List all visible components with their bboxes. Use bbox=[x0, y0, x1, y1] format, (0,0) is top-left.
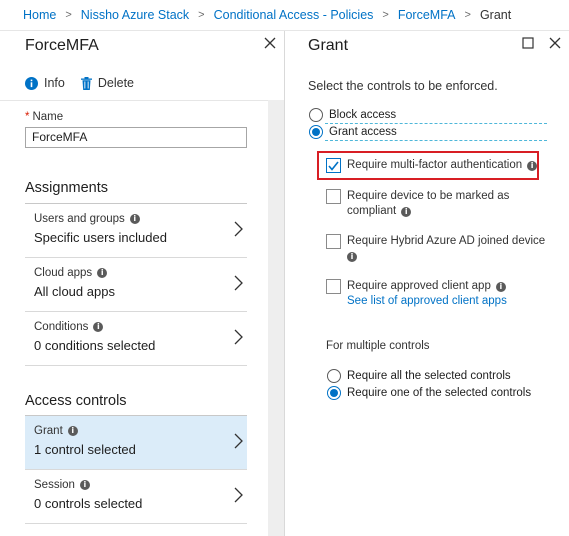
command-bar-divider bbox=[0, 100, 268, 101]
focus-indicator bbox=[325, 123, 547, 124]
grant-value: 1 control selected bbox=[34, 442, 136, 457]
require-compliant-label: Require device to be marked as compliant… bbox=[347, 190, 510, 217]
breadcrumb-forcemfa[interactable]: ForceMFA bbox=[398, 8, 456, 22]
close-icon[interactable] bbox=[262, 35, 278, 51]
info-icon: i bbox=[97, 268, 108, 278]
info-icon: i bbox=[67, 426, 78, 436]
info-button-label: Info bbox=[44, 76, 65, 90]
chevron-right-icon bbox=[234, 487, 243, 503]
policy-blade-title: ForceMFA bbox=[25, 37, 99, 54]
close-icon[interactable] bbox=[547, 35, 563, 51]
trash-icon bbox=[80, 76, 92, 90]
grant-instruction: Select the controls to be enforced. bbox=[308, 79, 498, 93]
maximize-icon[interactable] bbox=[520, 35, 536, 51]
name-field-label: * Name bbox=[25, 111, 63, 123]
grant-label: Grant i bbox=[34, 425, 78, 437]
chevron-right-icon bbox=[234, 221, 243, 237]
breadcrumb-separator: > bbox=[198, 9, 205, 21]
chevron-right-icon bbox=[234, 275, 243, 291]
require-one-label: Require one of the selected controls bbox=[347, 387, 532, 399]
info-icon: i bbox=[495, 282, 506, 292]
users-and-groups-label: Users and groups i bbox=[34, 213, 140, 225]
info-icon: i bbox=[129, 214, 140, 224]
block-access-radio-button[interactable] bbox=[309, 108, 323, 122]
session-label: Session i bbox=[34, 479, 90, 491]
conditions-card[interactable]: Conditions i 0 conditions selected bbox=[25, 312, 247, 366]
breadcrumb-nissho-azure-stack[interactable]: Nissho Azure Stack bbox=[81, 8, 189, 22]
require-compliant-checkbox[interactable] bbox=[326, 189, 341, 204]
info-button[interactable]: Info bbox=[25, 76, 65, 90]
info-icon: i bbox=[401, 207, 412, 217]
breadcrumb-separator: > bbox=[382, 9, 389, 21]
require-hybrid-checkbox[interactable] bbox=[326, 234, 341, 249]
conditions-value: 0 conditions selected bbox=[34, 338, 156, 353]
delete-button-label: Delete bbox=[97, 76, 134, 90]
block-access-label: Block access bbox=[329, 109, 397, 121]
grant-card[interactable]: Grant i 1 control selected bbox=[25, 416, 247, 470]
multiple-controls-label: For multiple controls bbox=[326, 340, 430, 352]
policy-blade: ForceMFA Info Delete * Name ForceMFA Ass… bbox=[0, 31, 284, 536]
require-approved-app-checkbox-row[interactable]: Require approved client app i See list of… bbox=[326, 279, 507, 309]
grant-access-radio-button[interactable] bbox=[309, 125, 323, 139]
info-icon: i bbox=[347, 252, 357, 262]
cloud-apps-value: All cloud apps bbox=[34, 284, 115, 299]
require-hybrid-checkbox-row[interactable]: Require Hybrid Azure AD joined device i bbox=[326, 234, 545, 264]
info-icon: i bbox=[79, 480, 90, 490]
require-all-label: Require all the selected controls bbox=[347, 370, 511, 382]
scrollbar[interactable] bbox=[268, 100, 284, 536]
block-access-radio[interactable]: Block access bbox=[309, 108, 396, 122]
required-marker: * bbox=[25, 111, 30, 123]
assignments-heading: Assignments bbox=[25, 180, 109, 196]
grant-blade: Grant Select the controls to be enforced… bbox=[285, 31, 569, 536]
breadcrumb-home[interactable]: Home bbox=[23, 8, 56, 22]
require-mfa-checkbox-row[interactable]: Require multi-factor authentication i bbox=[326, 158, 538, 173]
require-compliant-checkbox-row[interactable]: Require device to be marked as compliant… bbox=[326, 189, 509, 219]
breadcrumb: Home > Nissho Azure Stack > Conditional … bbox=[0, 0, 569, 31]
cloud-apps-card[interactable]: Cloud apps i All cloud apps bbox=[25, 258, 247, 312]
require-approved-app-label: Require approved client app i See list of… bbox=[347, 280, 507, 309]
access-controls-heading: Access controls bbox=[25, 393, 127, 409]
grant-access-label: Grant access bbox=[329, 126, 397, 138]
conditions-label: Conditions i bbox=[34, 321, 104, 333]
checkmark-icon bbox=[328, 161, 339, 171]
name-label-text: Name bbox=[32, 111, 64, 123]
delete-button[interactable]: Delete bbox=[80, 76, 134, 90]
cloud-apps-label: Cloud apps i bbox=[34, 267, 108, 279]
session-value: 0 controls selected bbox=[34, 496, 143, 511]
focus-indicator bbox=[325, 140, 547, 141]
session-card[interactable]: Session i 0 controls selected bbox=[25, 470, 247, 524]
chevron-right-icon bbox=[234, 433, 243, 449]
require-hybrid-label: Require Hybrid Azure AD joined device i bbox=[347, 235, 546, 262]
require-mfa-label: Require multi-factor authentication i bbox=[347, 158, 538, 173]
require-one-radio-button[interactable] bbox=[327, 386, 341, 400]
breadcrumb-separator: > bbox=[464, 9, 471, 21]
chevron-right-icon bbox=[234, 329, 243, 345]
require-approved-app-checkbox[interactable] bbox=[326, 279, 341, 294]
info-icon bbox=[25, 76, 38, 90]
require-all-radio-button[interactable] bbox=[327, 369, 341, 383]
grant-access-radio[interactable]: Grant access bbox=[309, 125, 397, 139]
breadcrumb-current: Grant bbox=[479, 8, 512, 22]
name-input[interactable]: ForceMFA bbox=[25, 127, 247, 148]
info-icon: i bbox=[93, 322, 104, 332]
users-and-groups-card[interactable]: Users and groups i Specific users include… bbox=[25, 204, 247, 258]
info-icon: i bbox=[527, 161, 538, 171]
require-all-radio[interactable]: Require all the selected controls bbox=[327, 369, 511, 383]
require-mfa-checkbox[interactable] bbox=[326, 158, 341, 173]
command-bar: Info Delete bbox=[0, 69, 268, 97]
require-one-radio[interactable]: Require one of the selected controls bbox=[327, 386, 531, 400]
grant-blade-title: Grant bbox=[308, 37, 349, 54]
breadcrumb-conditional-access-policies[interactable]: Conditional Access - Policies bbox=[214, 8, 374, 22]
users-and-groups-value: Specific users included bbox=[34, 230, 167, 245]
approved-client-apps-link[interactable]: See list of approved client apps bbox=[347, 294, 507, 309]
breadcrumb-separator: > bbox=[65, 9, 72, 21]
